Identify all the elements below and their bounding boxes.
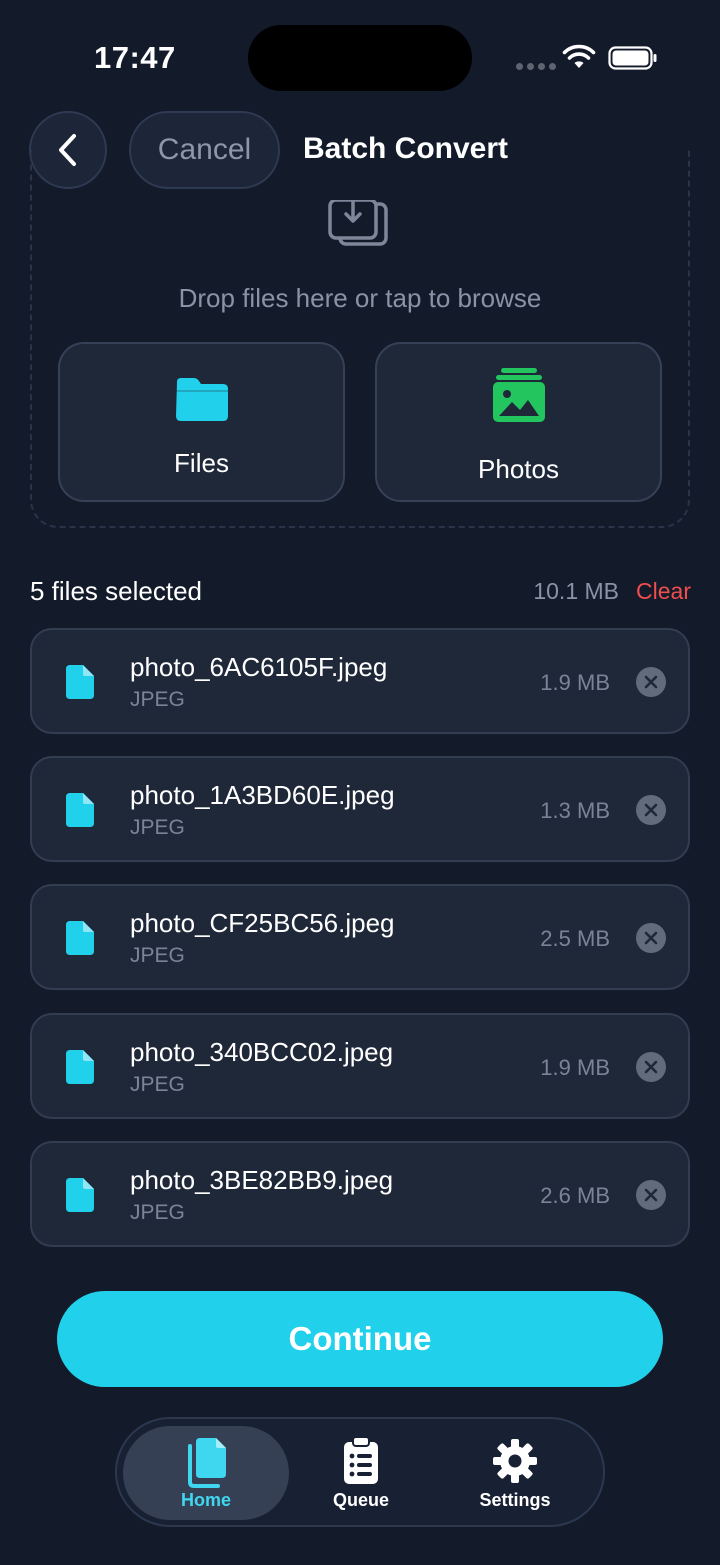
file-type: JPEG bbox=[130, 816, 185, 839]
status-bar: 17:47 bbox=[0, 0, 720, 110]
continue-button[interactable]: Continue bbox=[57, 1291, 663, 1387]
tab-label: Home bbox=[180, 1490, 231, 1510]
tab-settings[interactable]: Settings bbox=[432, 1426, 598, 1520]
files-button[interactable]: Files bbox=[58, 342, 345, 502]
close-icon bbox=[644, 675, 658, 689]
selected-count: 5 files selected bbox=[30, 576, 202, 606]
folder-icon bbox=[175, 378, 228, 421]
tab-home[interactable]: Home bbox=[123, 1426, 289, 1520]
tray-download-icon bbox=[328, 200, 388, 246]
dynamic-island bbox=[248, 25, 472, 91]
tab-label: Queue bbox=[332, 1490, 389, 1510]
close-icon bbox=[644, 803, 658, 817]
status-time: 17:47 bbox=[94, 40, 176, 75]
file-type: JPEG bbox=[130, 944, 185, 967]
file-name: photo_340BCC02.jpeg bbox=[130, 1037, 394, 1067]
file-row[interactable]: photo_1A3BD60E.jpeg JPEG 1.3 MB bbox=[30, 756, 690, 862]
file-size: 2.6 MB bbox=[540, 1183, 610, 1208]
file-icon bbox=[66, 793, 94, 827]
gear-icon bbox=[493, 1439, 537, 1483]
file-icon bbox=[66, 665, 94, 699]
drop-hint: Drop files here or tap to browse bbox=[178, 283, 542, 313]
file-type: JPEG bbox=[130, 688, 185, 711]
file-icon bbox=[66, 1178, 94, 1212]
file-name: photo_CF25BC56.jpeg bbox=[130, 908, 395, 938]
file-name: photo_1A3BD60E.jpeg bbox=[130, 780, 395, 810]
remove-file-button[interactable] bbox=[636, 923, 666, 953]
file-row[interactable]: photo_CF25BC56.jpeg JPEG 2.5 MB bbox=[30, 884, 690, 990]
remove-file-button[interactable] bbox=[636, 667, 666, 697]
file-name: photo_3BE82BB9.jpeg bbox=[130, 1165, 394, 1195]
file-size: 1.9 MB bbox=[540, 1055, 610, 1080]
documents-icon bbox=[188, 1438, 226, 1488]
close-icon bbox=[644, 1188, 658, 1202]
total-size: 10.1 MB bbox=[533, 578, 619, 604]
file-row[interactable]: photo_340BCC02.jpeg JPEG 1.9 MB bbox=[30, 1013, 690, 1119]
photos-icon bbox=[492, 368, 545, 422]
tab-label: Settings bbox=[479, 1490, 551, 1510]
close-icon bbox=[644, 1060, 658, 1074]
file-row[interactable]: photo_3BE82BB9.jpeg JPEG 2.6 MB bbox=[30, 1141, 690, 1247]
file-row[interactable]: photo_6AC6105F.jpeg JPEG 1.9 MB bbox=[30, 628, 690, 734]
file-size: 1.9 MB bbox=[540, 670, 610, 695]
remove-file-button[interactable] bbox=[636, 1052, 666, 1082]
remove-file-button[interactable] bbox=[636, 1180, 666, 1210]
file-size: 2.5 MB bbox=[540, 926, 610, 951]
tab-queue[interactable]: Queue bbox=[278, 1426, 444, 1520]
file-name: photo_6AC6105F.jpeg bbox=[130, 652, 388, 682]
close-icon bbox=[644, 931, 658, 945]
file-type: JPEG bbox=[130, 1201, 185, 1224]
clear-button[interactable]: Clear bbox=[636, 578, 691, 605]
file-size: 1.3 MB bbox=[540, 798, 610, 823]
wifi-icon bbox=[562, 44, 596, 68]
remove-file-button[interactable] bbox=[636, 795, 666, 825]
file-type: JPEG bbox=[130, 1073, 185, 1096]
clipboard-list-icon bbox=[344, 1436, 378, 1484]
photos-button[interactable]: Photos bbox=[375, 342, 662, 502]
files-label: Files bbox=[174, 448, 229, 478]
file-icon bbox=[66, 921, 94, 955]
photos-label: Photos bbox=[478, 454, 559, 484]
file-icon bbox=[66, 1050, 94, 1084]
cellular-signal-icon bbox=[516, 63, 556, 70]
battery-icon bbox=[608, 46, 657, 70]
tab-bar: Home Queue Settings bbox=[115, 1417, 605, 1527]
